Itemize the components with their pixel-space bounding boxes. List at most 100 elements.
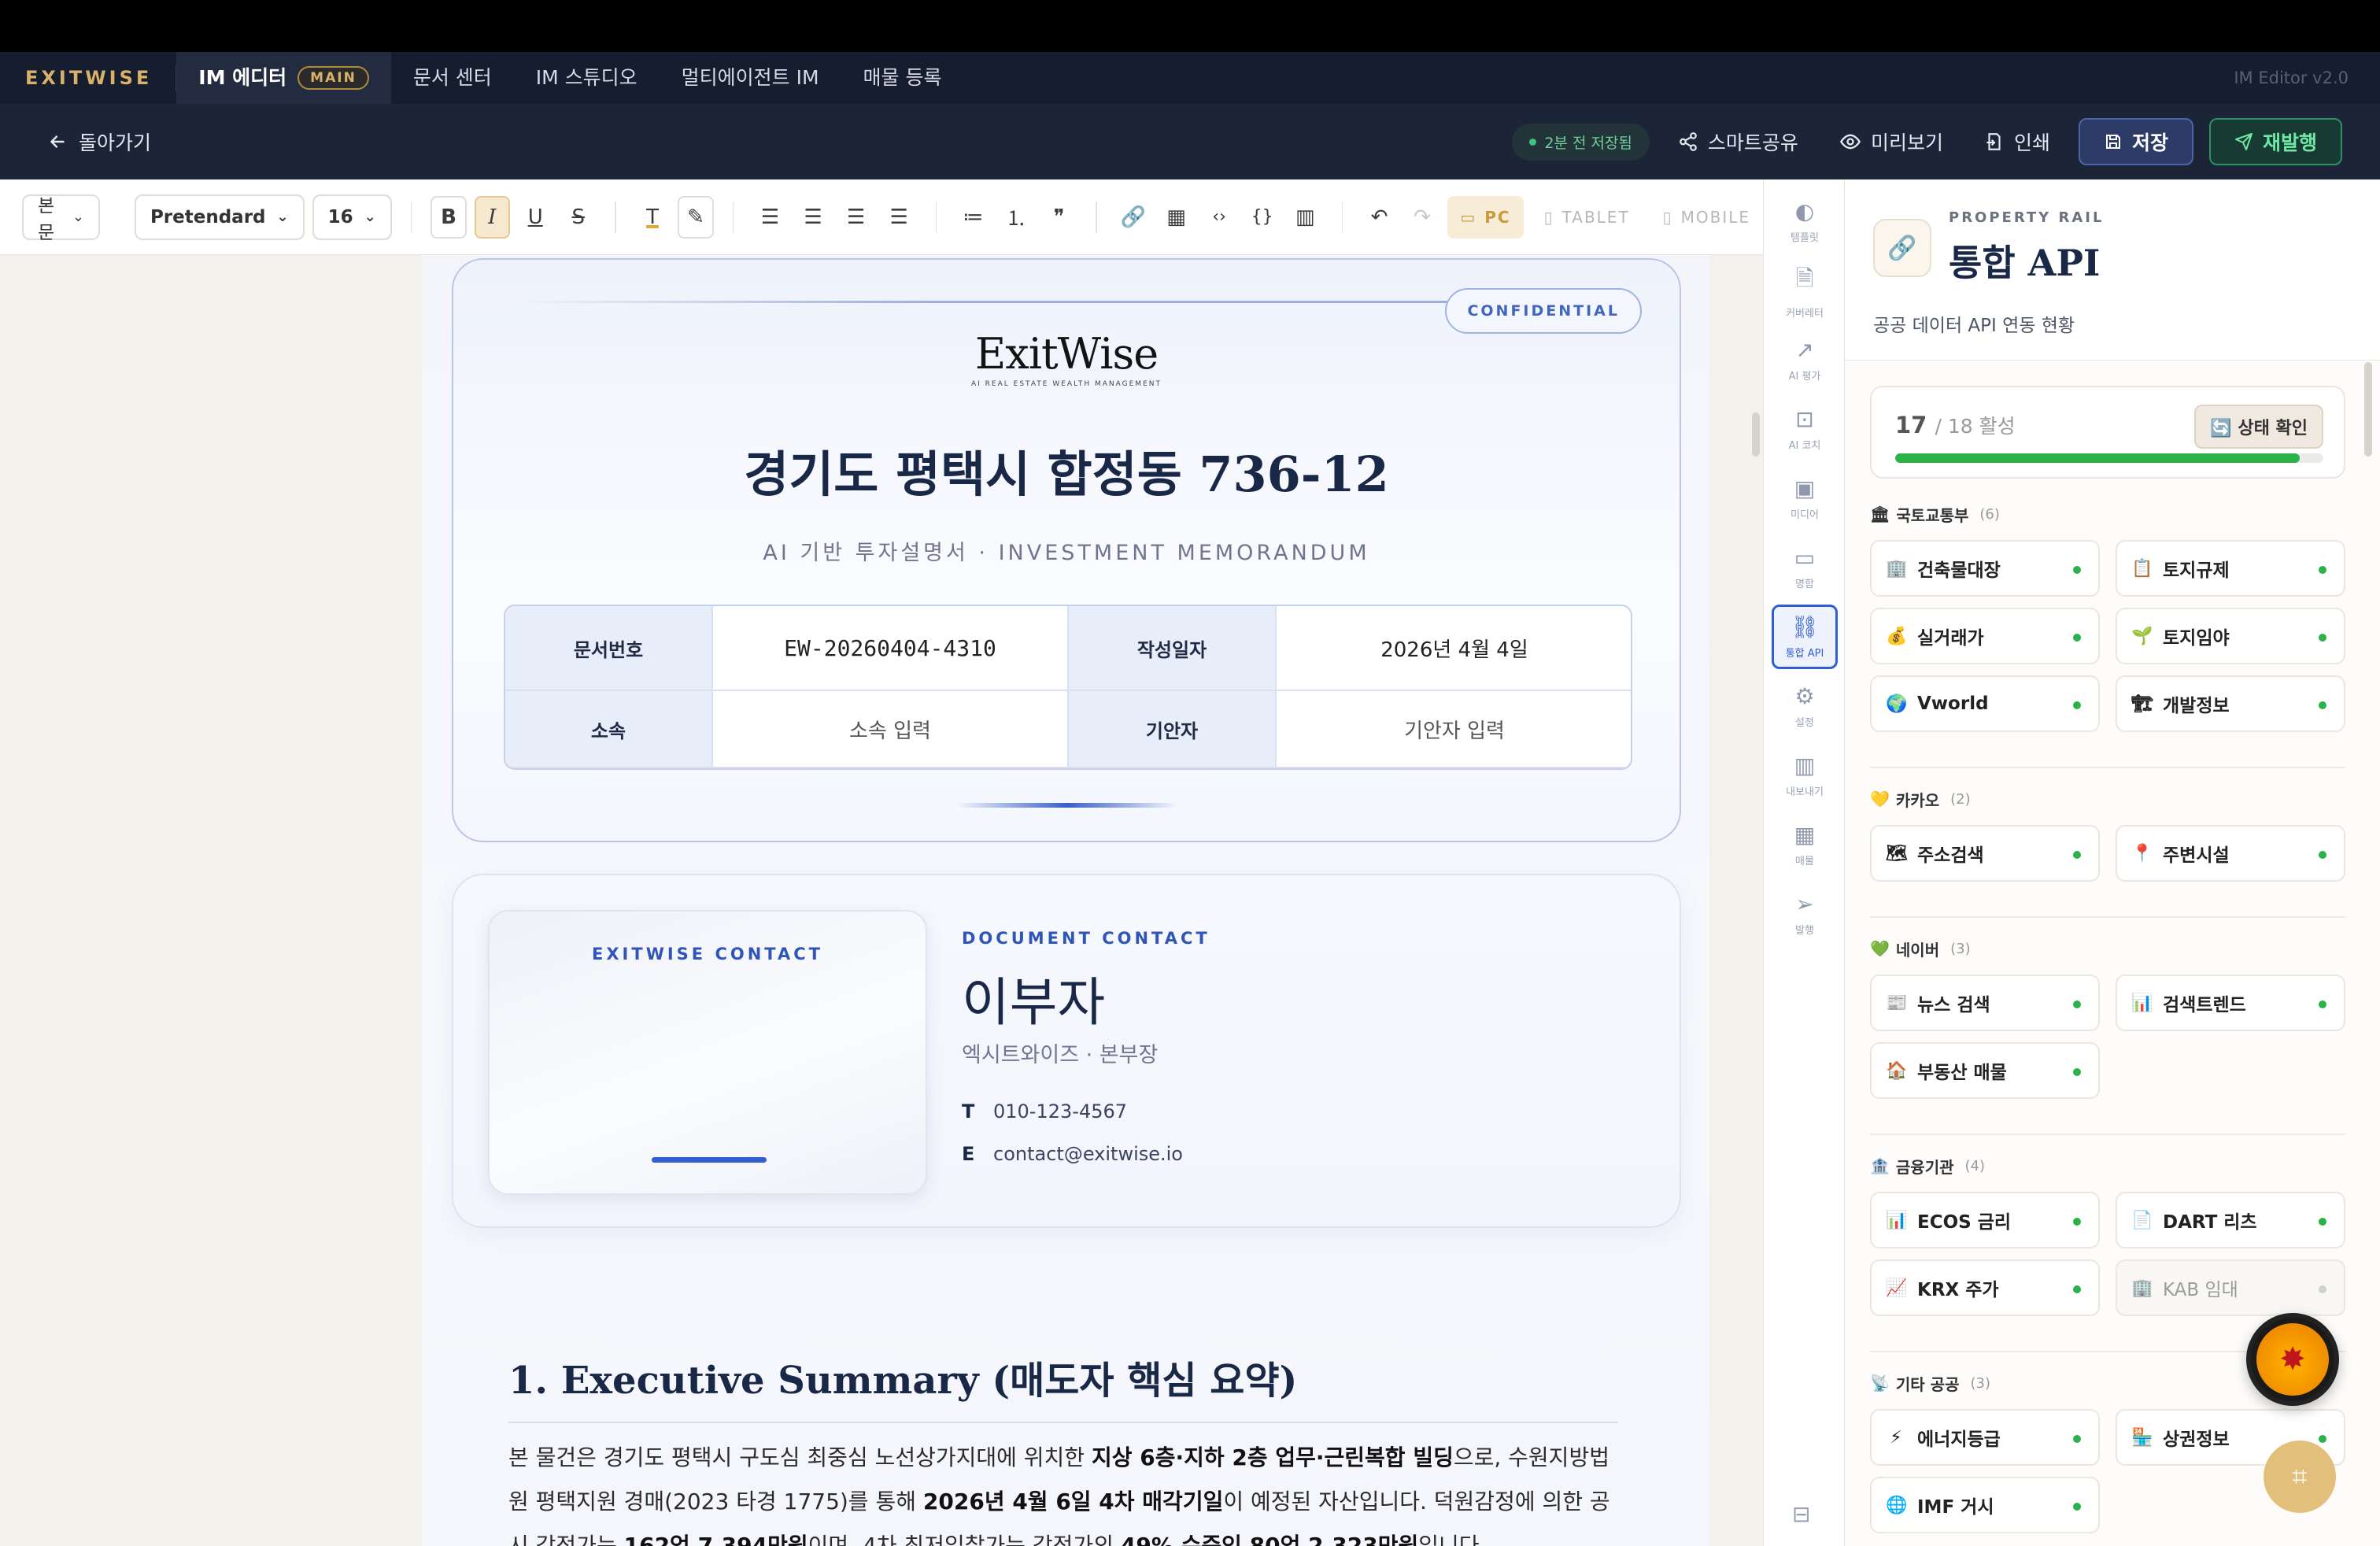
panel-scrollbar[interactable]	[2364, 362, 2372, 457]
cover-title[interactable]: 경기도 평택시 합정동 736-12	[453, 435, 1680, 505]
code-icon[interactable]: ‹›	[1202, 196, 1237, 239]
text-color-icon[interactable]: T	[635, 196, 671, 239]
nav-tab-listing-register[interactable]: 매물 등록	[841, 52, 964, 104]
active-count: 17 / 18 활성	[1895, 411, 2016, 439]
scan-button[interactable]: ⌗	[2264, 1441, 2336, 1513]
collapse-panel-icon[interactable]: ⊟	[1792, 1501, 1810, 1527]
smart-share-button[interactable]: 스마트공유	[1665, 128, 1811, 156]
api-item[interactable]: 📊 ECOS 금리	[1870, 1192, 2100, 1248]
contact-phone[interactable]: 010-123-4567	[993, 1100, 1127, 1123]
api-label: 토지임야	[2163, 628, 2230, 649]
section-paragraph[interactable]: 본 물건은 경기도 평택시 구도심 최중심 노선상가지대에 위치한 지상 6층·…	[508, 1436, 1626, 1546]
canvas-scrollbar[interactable]	[1752, 412, 1760, 457]
api-item[interactable]: 🏗 개발정보	[2116, 675, 2345, 732]
device-pc-button[interactable]: ▭ PC	[1447, 195, 1524, 239]
rail-item[interactable]: ⊡ AI 코치	[1772, 397, 1838, 461]
api-item[interactable]: 🌍 Vworld	[1870, 675, 2100, 732]
rail-item[interactable]: ▣ 미디어	[1772, 466, 1838, 531]
rail-item[interactable]: ▥ 내보내기	[1772, 743, 1838, 808]
rail-item[interactable]: ⛓ 통합 API	[1772, 605, 1838, 669]
api-item[interactable]: 📄 DART 리츠	[2116, 1192, 2345, 1248]
editor-canvas[interactable]: CONFIDENTIAL ExitWise AI REAL ESTATE WEA…	[0, 255, 1763, 1546]
numbered-list-icon[interactable]: ⒈	[999, 196, 1034, 239]
contact-block[interactable]: EXITWISE CONTACT DOCUMENT CONTACT 이부자 엑시…	[452, 874, 1681, 1228]
drafter-input[interactable]: 기안자 입력	[1277, 691, 1631, 768]
nav-tab-document-center[interactable]: 문서 센터	[391, 52, 514, 104]
api-icon: 📄	[2131, 1210, 2153, 1230]
bullet-list-icon[interactable]: ≔	[955, 196, 991, 239]
api-item[interactable]: 🏠 부동산 매물	[1870, 1042, 2100, 1099]
rail-item[interactable]: ➢ 발행	[1772, 882, 1838, 946]
api-item[interactable]: 📋 토지규제	[2116, 540, 2345, 597]
font-size-value: 16	[327, 206, 353, 227]
cover-subtitle[interactable]: AI 기반 투자설명서 · INVESTMENT MEMORANDUM	[453, 535, 1680, 566]
api-item[interactable]: 💰 실거래가	[1870, 608, 2100, 664]
cover-block[interactable]: CONFIDENTIAL ExitWise AI REAL ESTATE WEA…	[452, 258, 1681, 842]
font-size-select[interactable]: 16 ⌄	[312, 194, 392, 240]
redo-icon[interactable]: ↷	[1405, 196, 1440, 239]
republish-button[interactable]: 재발행	[2208, 118, 2342, 165]
api-item[interactable]: 📊 검색트렌드	[2116, 975, 2345, 1031]
code-block-icon[interactable]: {}	[1244, 196, 1280, 239]
back-button[interactable]: 돌아가기	[0, 128, 151, 156]
rail-item[interactable]: ▦ 매물	[1772, 812, 1838, 877]
align-center-icon[interactable]: ☰	[796, 196, 831, 239]
block-style-select[interactable]: 본문 ⌄	[22, 194, 100, 243]
align-right-icon[interactable]: ☰	[838, 196, 874, 239]
api-item[interactable]: 📰 뉴스 검색	[1870, 975, 2100, 1031]
rail-item[interactable]: ↗ AI 평가	[1772, 327, 1838, 392]
api-item[interactable]: 🏢 건축물대장	[1870, 540, 2100, 597]
document-info-table: 문서번호 EW-20260404-4310 작성일자 2026년 4월 4일 소…	[504, 605, 1632, 770]
contact-role[interactable]: 엑시트와이즈 · 본부장	[962, 1037, 1158, 1068]
image-icon: ▣	[1794, 475, 1816, 501]
rail-item[interactable]: ▭ 명함	[1772, 535, 1838, 600]
italic-icon[interactable]: I	[474, 195, 510, 239]
api-item[interactable]: 🏢 KAB 임대	[2116, 1259, 2345, 1316]
highlight-icon[interactable]: ✎	[678, 195, 714, 239]
api-item[interactable]: ⚡ 에너지등급	[1870, 1409, 2100, 1466]
api-item[interactable]: 📍 주변시설	[2116, 825, 2345, 882]
table-icon[interactable]: ▦	[1159, 196, 1194, 239]
doc-no-value[interactable]: EW-20260404-4310	[713, 606, 1069, 691]
strikethrough-icon[interactable]: S	[561, 196, 597, 239]
rail-item[interactable]: ⚙ 설정	[1772, 674, 1838, 738]
api-item[interactable]: 🌱 토지임야	[2116, 608, 2345, 664]
active-count-value: 17	[1895, 412, 1927, 438]
active-progress-fill	[1895, 453, 2300, 463]
nav-tab-multi-agent-im[interactable]: 멀티에이전트 IM	[660, 52, 841, 104]
rail-item[interactable]: ◐ 템플릿	[1772, 189, 1838, 253]
link-icon[interactable]: 🔗	[1116, 196, 1151, 239]
font-family-select[interactable]: Pretendard ⌄	[134, 194, 305, 240]
version-label: IM Editor v2.0	[2234, 68, 2349, 87]
print-button[interactable]: 인쇄	[1972, 128, 2063, 156]
rail-item[interactable]: 🗎 커버레터	[1772, 258, 1838, 323]
device-mobile-button[interactable]: ▯ MOBILE	[1650, 196, 1763, 239]
date-value[interactable]: 2026년 4월 4일	[1277, 606, 1631, 691]
status-check-button[interactable]: 🔄 상태 확인	[2194, 405, 2323, 449]
nav-tab-im-editor[interactable]: IM 에디터 MAIN	[176, 52, 391, 104]
api-item[interactable]: 🗺 주소검색	[1870, 825, 2100, 882]
nav-tab-im-studio[interactable]: IM 스튜디오	[514, 52, 660, 104]
section-heading[interactable]: 1. Executive Summary (매도자 핵심 요약)	[508, 1349, 1618, 1423]
api-item[interactable]: 🌐 IMF 거시	[1870, 1477, 2100, 1533]
bold-icon[interactable]: B	[431, 195, 467, 239]
brand-logo[interactable]: EXITWISE	[0, 65, 177, 91]
document-page[interactable]: CONFIDENTIAL ExitWise AI REAL ESTATE WEA…	[422, 255, 1709, 1546]
align-left-icon[interactable]: ☰	[752, 196, 788, 239]
contact-name[interactable]: 이부자	[962, 960, 1105, 1036]
align-justify-icon[interactable]: ☰	[881, 196, 917, 239]
undo-icon[interactable]: ↶	[1362, 196, 1397, 239]
quote-icon[interactable]: ❞	[1041, 196, 1077, 239]
main-nav: EXITWISE IM 에디터 MAIN 문서 센터 IM 스튜디오 멀티에이전…	[0, 52, 2380, 104]
underline-icon[interactable]: U	[518, 196, 553, 239]
status-dot-icon	[2073, 634, 2081, 642]
chart-icon[interactable]: ▥	[1288, 196, 1323, 239]
save-button[interactable]: 저장	[2078, 118, 2193, 165]
assistant-avatar-button[interactable]: ✸	[2246, 1313, 2339, 1406]
org-input[interactable]: 소속 입력	[713, 691, 1069, 768]
contact-email[interactable]: contact@exitwise.io	[993, 1143, 1183, 1165]
device-tablet-button[interactable]: ▯ TABLET	[1532, 196, 1643, 239]
api-item[interactable]: 📈 KRX 주가	[1870, 1259, 2100, 1316]
preview-button[interactable]: 미리보기	[1827, 128, 1956, 156]
status-dot-icon	[2073, 1285, 2081, 1293]
